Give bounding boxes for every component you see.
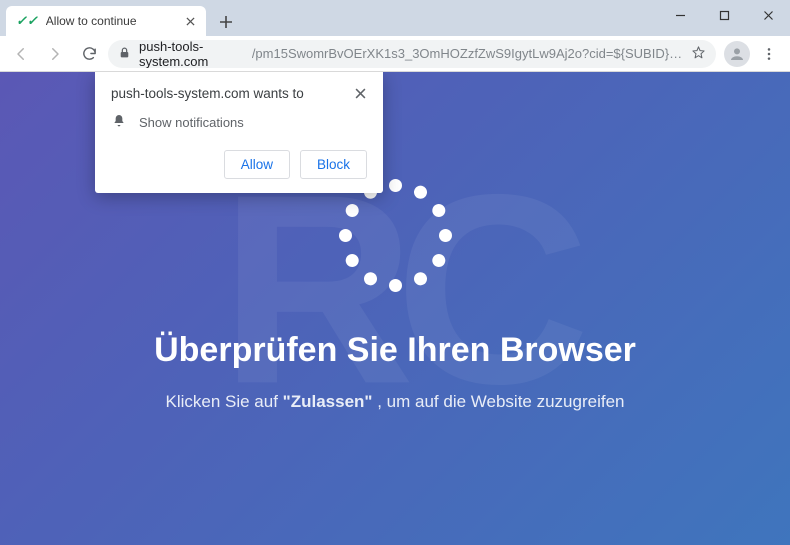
back-button[interactable] [6, 39, 36, 69]
browser-tab-active[interactable]: ✓✓ Allow to continue [6, 6, 206, 36]
page-headline: Überprüfen Sie Ihren Browser [154, 331, 636, 370]
window-controls [658, 0, 790, 30]
lock-icon [118, 46, 131, 62]
page-subline: Klicken Sie auf "Zulassen" , um auf die … [165, 392, 624, 412]
maximize-button[interactable] [702, 0, 746, 30]
kebab-menu-icon[interactable] [754, 39, 784, 69]
subline-prefix: Klicken Sie auf [165, 392, 282, 411]
subline-bold: "Zulassen" [283, 392, 373, 411]
block-button[interactable]: Block [300, 150, 367, 179]
allow-button[interactable]: Allow [224, 150, 290, 179]
page-viewport: RC push-tools-system.com wants to Show n… [0, 72, 790, 545]
close-window-button[interactable] [746, 0, 790, 30]
tab-title: Allow to continue [46, 14, 182, 28]
permission-close-icon[interactable] [351, 84, 369, 102]
permission-actions: Allow Block [111, 150, 367, 179]
tabs-area: ✓✓ Allow to continue [0, 0, 240, 36]
permission-origin-text: push-tools-system.com wants to [111, 86, 304, 101]
tab-close-icon[interactable] [182, 13, 198, 29]
permission-text: Show notifications [139, 115, 244, 130]
notification-permission-dialog: push-tools-system.com wants to Show noti… [95, 72, 383, 193]
url-domain-text: push-tools-system.com [139, 40, 252, 68]
window-titlebar: ✓✓ Allow to continue [0, 0, 790, 36]
forward-button[interactable] [40, 39, 70, 69]
browser-toolbar: push-tools-system.com /pm15SwomrBvOErXK1… [0, 36, 790, 72]
profile-avatar-icon[interactable] [724, 41, 750, 67]
minimize-button[interactable] [658, 0, 702, 30]
permission-row: Show notifications [111, 113, 367, 132]
address-bar[interactable]: push-tools-system.com /pm15SwomrBvOErXK1… [108, 40, 716, 68]
bell-icon [111, 113, 127, 132]
new-tab-button[interactable] [212, 8, 240, 36]
loading-spinner-icon [335, 176, 455, 296]
tab-favicon-icon: ✓✓ [16, 13, 38, 29]
reload-button[interactable] [74, 39, 104, 69]
subline-suffix: , um auf die Website zuzugreifen [373, 392, 625, 411]
permission-dialog-title: push-tools-system.com wants to [111, 86, 367, 101]
url-path-text: /pm15SwomrBvOErXK1s3_3OmHOZzfZwS9IgytLw9… [252, 46, 683, 61]
bookmark-star-icon[interactable] [691, 45, 706, 63]
